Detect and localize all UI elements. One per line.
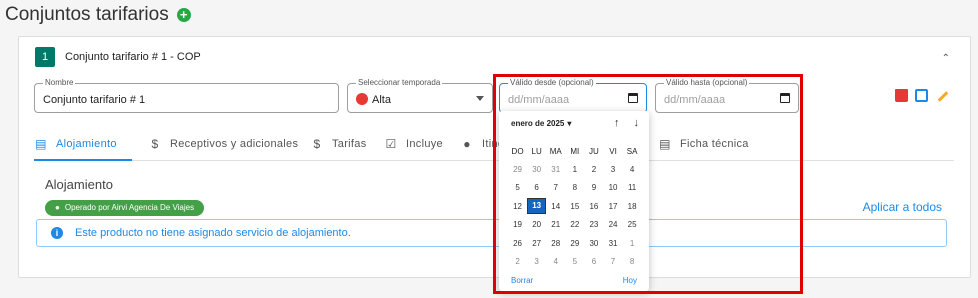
- tab-alojamiento[interactable]: ▤ Alojamiento: [34, 137, 117, 151]
- chevron-up-icon[interactable]: ⌃: [942, 53, 950, 64]
- page-title: Conjuntos tarifarios: [5, 4, 169, 25]
- tab-receptivos[interactable]: $ Receptivos y adicionales: [148, 137, 298, 151]
- tab-label: Tarifas: [332, 138, 367, 150]
- temporada-value: Alta: [372, 94, 391, 106]
- card-title: Conjunto tarifario # 1 - COP: [65, 51, 201, 63]
- apply-to-all-link[interactable]: Aplicar a todos: [863, 200, 942, 214]
- section-title: Alojamiento: [45, 177, 113, 192]
- person-icon: ●: [55, 203, 60, 212]
- temporada-select[interactable]: Seleccionar temporada Alta: [347, 78, 493, 113]
- tab-label: Alojamiento: [56, 138, 117, 150]
- bed-icon: ▤: [35, 137, 47, 151]
- nombre-field[interactable]: Nombre Conjunto tarifario # 1: [34, 78, 339, 113]
- dollar-icon: $: [313, 137, 321, 151]
- card-number-badge: 1: [35, 47, 55, 67]
- operator-chip-label: Operado por Airvi Agencia De Viajes: [64, 203, 195, 212]
- page: Conjuntos tarifarios + 1 Conjunto tarifa…: [0, 0, 978, 298]
- nombre-label: Nombre: [43, 78, 76, 88]
- header: Conjuntos tarifarios +: [5, 4, 191, 26]
- info-alert: i Este producto no tiene asignado servic…: [36, 219, 947, 247]
- magic-wand-icon[interactable]: [935, 89, 948, 102]
- temporada-label: Seleccionar temporada: [356, 78, 443, 88]
- info-text: Este producto no tiene asignado servicio…: [75, 227, 351, 239]
- highlight-box: [493, 74, 803, 294]
- trash-icon[interactable]: [895, 89, 908, 102]
- nombre-value: Conjunto tarifario # 1: [43, 94, 146, 106]
- dollar-icon: $: [151, 137, 159, 151]
- card-header: 1 Conjunto tarifario # 1 - COP: [35, 47, 201, 67]
- tab-incluye[interactable]: ☑ Incluye: [384, 137, 443, 151]
- info-icon: i: [51, 227, 63, 239]
- checkbox-icon: ☑: [385, 137, 397, 151]
- copy-icon[interactable]: [915, 89, 928, 102]
- add-icon[interactable]: +: [176, 8, 191, 22]
- location-icon: ●: [463, 137, 471, 151]
- card-actions: [895, 89, 948, 102]
- operator-chip: ● Operado por Airvi Agencia De Viajes: [45, 200, 205, 216]
- tab-label: Receptivos y adicionales: [170, 138, 299, 150]
- tab-tarifas[interactable]: $ Tarifas: [310, 137, 367, 151]
- tab-label: Incluye: [406, 138, 443, 150]
- dropdown-caret-icon: [476, 96, 484, 101]
- active-tab-indicator: [34, 159, 132, 161]
- season-color-dot: [356, 93, 368, 105]
